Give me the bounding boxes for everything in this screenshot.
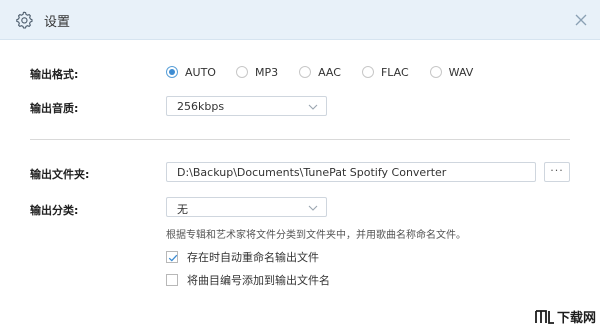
gear-icon [16,11,33,29]
format-option-label: WAV [448,65,474,79]
output-category-select[interactable]: 无 [166,197,327,217]
format-option-wav[interactable]: WAV [429,65,474,79]
output-folder-input[interactable] [166,162,536,182]
output-category-value: 无 [177,203,188,216]
format-option-mp3[interactable]: MP3 [235,65,279,79]
radio-button[interactable] [361,66,374,78]
format-option-label: AUTO [185,65,216,79]
close-icon[interactable] [572,11,590,29]
watermark-text: 下载网 [556,311,596,326]
output-format-radio-group: AUTO MP3 AAC FLAC WAV [166,64,473,80]
format-option-aac[interactable]: AAC [299,66,341,79]
format-option-auto[interactable]: AUTO [166,66,216,79]
output-category-hint: 根据专辑和艺术家将文件分类到文件夹中，并用歌曲名称命名文件。 [166,230,466,241]
chevron-down-icon [308,205,318,211]
output-quality-select[interactable]: 256kbps [166,96,327,116]
rename-if-exists-label: 存在时自动重命名输出文件 [187,251,319,264]
radio-button[interactable] [166,66,178,78]
format-option-label: AAC [318,65,341,79]
checkbox[interactable] [166,251,178,263]
format-option-label: FLAC [380,65,409,79]
title-bar: 设置 [0,0,600,40]
checkmark-icon [168,254,178,262]
checkbox[interactable] [166,274,178,286]
radio-button[interactable] [299,66,312,78]
section-divider [30,139,570,140]
radio-button[interactable] [235,66,248,78]
watermark: 下载网 [534,307,596,326]
output-format-label: 输出格式: [30,68,79,81]
format-option-label: MP3 [254,65,279,79]
add-track-number-label: 将曲目编号添加到输出文件名 [187,274,330,287]
browse-folder-button[interactable]: ··· [544,162,570,182]
window-title: 设置 [44,15,71,30]
add-track-number-checkbox[interactable]: 将曲目编号添加到输出文件名 [166,273,330,287]
chevron-down-icon [308,104,318,110]
format-option-flac[interactable]: FLAC [361,65,409,79]
rename-if-exists-checkbox[interactable]: 存在时自动重命名输出文件 [166,250,319,264]
watermark-logo-icon [535,309,554,324]
output-folder-label: 输出文件夹: [30,168,90,181]
output-quality-label: 输出音质: [30,102,79,115]
radio-button[interactable] [429,66,442,78]
output-category-label: 输出分类: [30,204,79,217]
output-quality-value: 256kbps [177,100,225,113]
